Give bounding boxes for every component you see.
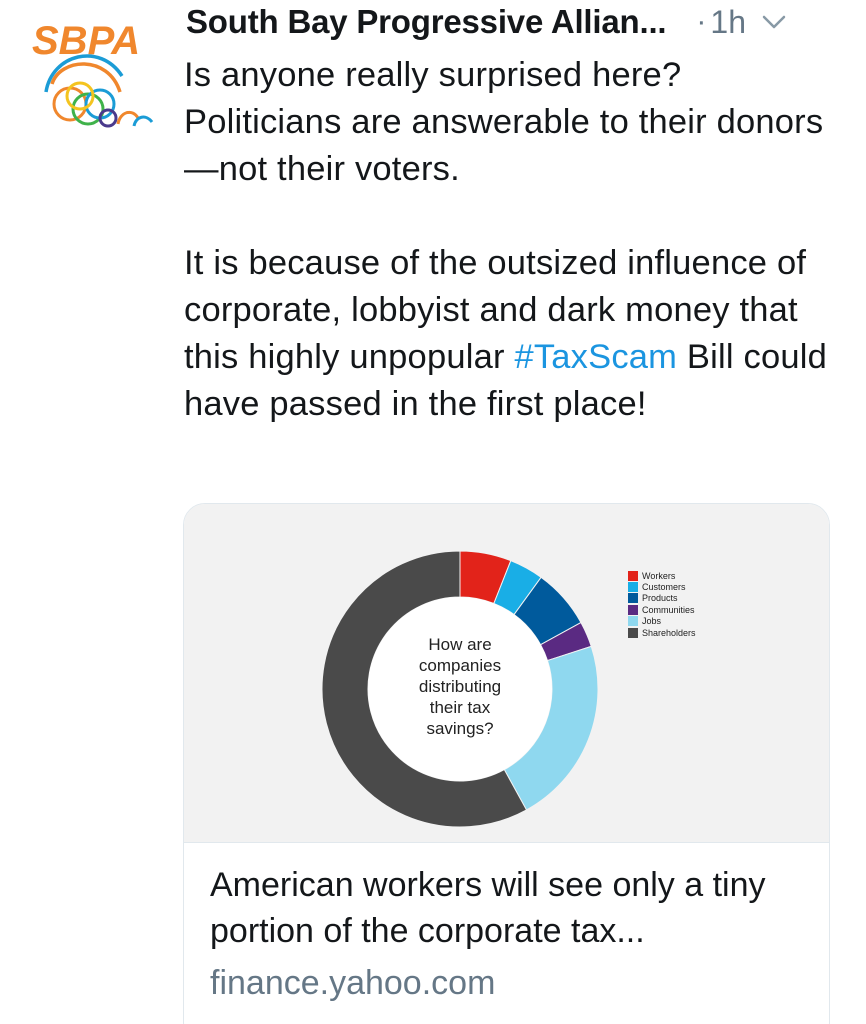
legend-label: Shareholders bbox=[642, 627, 696, 638]
legend-label: Communities bbox=[642, 604, 695, 615]
chart-center-line: distributing bbox=[418, 677, 502, 696]
legend-swatch bbox=[628, 604, 638, 615]
card-image: How are companies distributing their tax… bbox=[184, 504, 829, 843]
legend-swatch bbox=[628, 627, 638, 638]
hashtag-link[interactable]: #TaxScam bbox=[514, 338, 677, 376]
chart-center-line: their tax bbox=[429, 698, 491, 717]
timestamp[interactable]: 1h bbox=[710, 4, 746, 41]
tweet-paragraph-1: Is anyone really surprised here? Politic… bbox=[184, 56, 824, 188]
chart-center-line: How are bbox=[428, 635, 492, 654]
card-title[interactable]: American workers will see only a tiny po… bbox=[210, 862, 810, 954]
tweet-paragraph-2: It is because of the outsized influence … bbox=[184, 240, 834, 428]
legend-label: Customers bbox=[642, 582, 686, 593]
chart-center-text: How are companies distributing their tax… bbox=[402, 634, 518, 739]
legend-item: Customers bbox=[628, 581, 696, 593]
card-domain[interactable]: finance.yahoo.com bbox=[210, 960, 495, 1006]
legend-item: Communities bbox=[628, 604, 696, 615]
avatar[interactable]: SBPA bbox=[30, 14, 164, 134]
account-name[interactable]: South Bay Progressive Allian... bbox=[186, 3, 667, 41]
legend-label: Workers bbox=[642, 570, 676, 581]
tweet-header: South Bay Progressive Allian... · 1h bbox=[186, 0, 846, 44]
tweet: SBPA South Bay Progressive Allian... · 1… bbox=[0, 0, 866, 1024]
legend-label: Products bbox=[642, 593, 678, 604]
legend-label: Jobs bbox=[642, 616, 662, 627]
sbpa-logo: SBPA bbox=[32, 19, 154, 128]
chart-center-line: savings? bbox=[426, 719, 494, 738]
legend-item: Workers bbox=[628, 570, 696, 581]
link-card[interactable]: How are companies distributing their tax… bbox=[183, 503, 830, 1024]
legend-item: Jobs bbox=[628, 616, 696, 627]
legend-swatch bbox=[628, 616, 638, 627]
separator-dot: · bbox=[696, 5, 707, 38]
chart-legend: Workers Customers Products Communities Jobs S… bbox=[628, 570, 696, 638]
chart-center-line: companies bbox=[418, 656, 502, 675]
chevron-down-icon[interactable] bbox=[760, 8, 788, 36]
legend-item: Products bbox=[628, 593, 696, 604]
legend-item: Shareholders bbox=[628, 627, 696, 638]
legend-swatch bbox=[628, 593, 638, 604]
legend-swatch bbox=[628, 570, 638, 581]
legend-swatch bbox=[628, 582, 638, 593]
tweet-text: Is anyone really surprised here? Politic… bbox=[184, 52, 834, 428]
